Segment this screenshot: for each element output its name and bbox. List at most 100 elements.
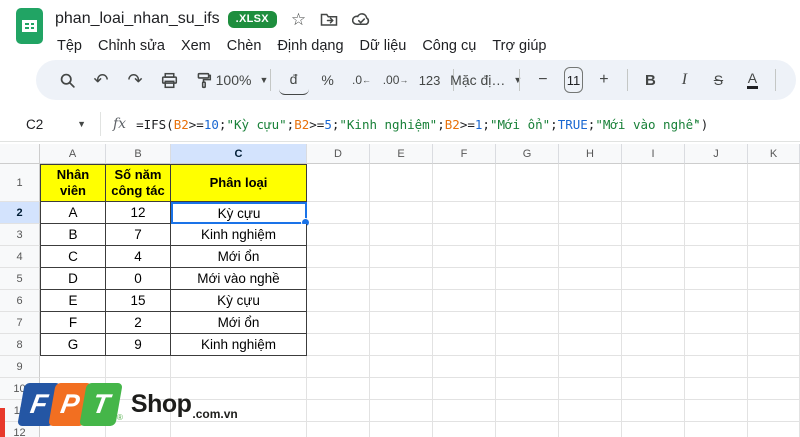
cell-J5[interactable] xyxy=(685,268,748,290)
cell-E8[interactable] xyxy=(370,334,433,356)
cell-A2[interactable]: A xyxy=(40,202,106,224)
cell-E1[interactable] xyxy=(370,164,433,202)
cell-A4[interactable]: C xyxy=(40,246,106,268)
cell-E11[interactable] xyxy=(370,400,433,422)
column-header-K[interactable]: K xyxy=(748,144,800,164)
text-color-button[interactable]: A xyxy=(746,70,759,90)
cell-C1[interactable]: Phân loại xyxy=(171,164,307,202)
menu-item-1[interactable]: Tệp xyxy=(55,36,90,56)
cell-F11[interactable] xyxy=(433,400,496,422)
cell-B7[interactable]: 2 xyxy=(106,312,171,334)
cell-I7[interactable] xyxy=(622,312,685,334)
menu-item-6[interactable]: Dữ liệu xyxy=(352,36,415,56)
cell-E10[interactable] xyxy=(370,378,433,400)
column-header-E[interactable]: E xyxy=(370,144,433,164)
cell-A1[interactable]: Nhân viên xyxy=(40,164,106,202)
search-icon[interactable] xyxy=(52,65,82,95)
cell-D8[interactable] xyxy=(307,334,370,356)
cell-I2[interactable] xyxy=(622,202,685,224)
cell-I1[interactable] xyxy=(622,164,685,202)
cell-K7[interactable] xyxy=(748,312,800,334)
cell-H2[interactable] xyxy=(559,202,622,224)
cell-F1[interactable] xyxy=(433,164,496,202)
cell-I12[interactable] xyxy=(622,422,685,437)
column-header-D[interactable]: D xyxy=(307,144,370,164)
cell-K12[interactable] xyxy=(748,422,800,437)
increase-decimal-button[interactable]: .00 → xyxy=(381,65,411,95)
cell-C3[interactable]: Kinh nghiệm xyxy=(171,224,307,246)
name-box[interactable]: C2 ▼ xyxy=(14,117,92,132)
cell-F10[interactable] xyxy=(433,378,496,400)
cell-D6[interactable] xyxy=(307,290,370,312)
cell-F8[interactable] xyxy=(433,334,496,356)
cell-F5[interactable] xyxy=(433,268,496,290)
menu-item-3[interactable]: Xem xyxy=(173,36,219,56)
cell-D12[interactable] xyxy=(307,422,370,437)
row-header-7[interactable]: 7 xyxy=(0,312,40,334)
cell-C6[interactable]: Kỳ cựu xyxy=(171,290,307,312)
cell-I10[interactable] xyxy=(622,378,685,400)
cell-E3[interactable] xyxy=(370,224,433,246)
row-header-8[interactable]: 8 xyxy=(0,334,40,356)
cell-D11[interactable] xyxy=(307,400,370,422)
cell-A9[interactable] xyxy=(40,356,106,378)
cell-D5[interactable] xyxy=(307,268,370,290)
print-icon[interactable] xyxy=(154,65,184,95)
row-header-4[interactable]: 4 xyxy=(0,246,40,268)
cell-E2[interactable] xyxy=(370,202,433,224)
cell-C5[interactable]: Mới vào nghề xyxy=(171,268,307,290)
cell-H5[interactable] xyxy=(559,268,622,290)
cell-I4[interactable] xyxy=(622,246,685,268)
cell-A6[interactable]: E xyxy=(40,290,106,312)
cell-I8[interactable] xyxy=(622,334,685,356)
column-header-G[interactable]: G xyxy=(496,144,559,164)
cell-F3[interactable] xyxy=(433,224,496,246)
menu-item-2[interactable]: Chỉnh sửa xyxy=(90,36,173,56)
cell-J3[interactable] xyxy=(685,224,748,246)
cell-D4[interactable] xyxy=(307,246,370,268)
cell-J1[interactable] xyxy=(685,164,748,202)
menu-item-8[interactable]: Trợ giúp xyxy=(484,36,554,56)
cell-B1[interactable]: Số năm công tác xyxy=(106,164,171,202)
cell-F12[interactable] xyxy=(433,422,496,437)
cell-F9[interactable] xyxy=(433,356,496,378)
cell-B6[interactable]: 15 xyxy=(106,290,171,312)
cell-J10[interactable] xyxy=(685,378,748,400)
cell-B2[interactable]: 12 xyxy=(106,202,171,224)
cell-E9[interactable] xyxy=(370,356,433,378)
cell-K6[interactable] xyxy=(748,290,800,312)
cell-D3[interactable] xyxy=(307,224,370,246)
cell-H10[interactable] xyxy=(559,378,622,400)
cell-G10[interactable] xyxy=(496,378,559,400)
font-select[interactable]: Mặc đị… ▼ xyxy=(450,65,522,95)
cell-J9[interactable] xyxy=(685,356,748,378)
cell-D2[interactable] xyxy=(307,202,370,224)
cell-H3[interactable] xyxy=(559,224,622,246)
grid-corner[interactable] xyxy=(0,144,40,164)
cell-B5[interactable]: 0 xyxy=(106,268,171,290)
cell-J8[interactable] xyxy=(685,334,748,356)
cell-H11[interactable] xyxy=(559,400,622,422)
bold-button[interactable]: B xyxy=(635,65,665,95)
increase-font-size-button[interactable]: + xyxy=(589,65,619,95)
column-header-C[interactable]: C xyxy=(171,144,307,164)
cell-H6[interactable] xyxy=(559,290,622,312)
cell-E6[interactable] xyxy=(370,290,433,312)
cell-K10[interactable] xyxy=(748,378,800,400)
zoom-select[interactable]: 100% ▼ xyxy=(216,65,269,95)
decrease-font-size-button[interactable]: − xyxy=(528,65,558,95)
cell-G7[interactable] xyxy=(496,312,559,334)
cell-F7[interactable] xyxy=(433,312,496,334)
cell-A3[interactable]: B xyxy=(40,224,106,246)
row-header-6[interactable]: 6 xyxy=(0,290,40,312)
row-header-2[interactable]: 2 xyxy=(0,202,40,224)
cell-H7[interactable] xyxy=(559,312,622,334)
menu-item-7[interactable]: Công cụ xyxy=(414,36,484,56)
cell-I5[interactable] xyxy=(622,268,685,290)
cell-G8[interactable] xyxy=(496,334,559,356)
cell-I11[interactable] xyxy=(622,400,685,422)
undo-icon[interactable]: ↶ xyxy=(86,65,116,95)
cell-K5[interactable] xyxy=(748,268,800,290)
cell-C8[interactable]: Kinh nghiệm xyxy=(171,334,307,356)
more-formats-button[interactable]: 123 xyxy=(415,65,445,95)
